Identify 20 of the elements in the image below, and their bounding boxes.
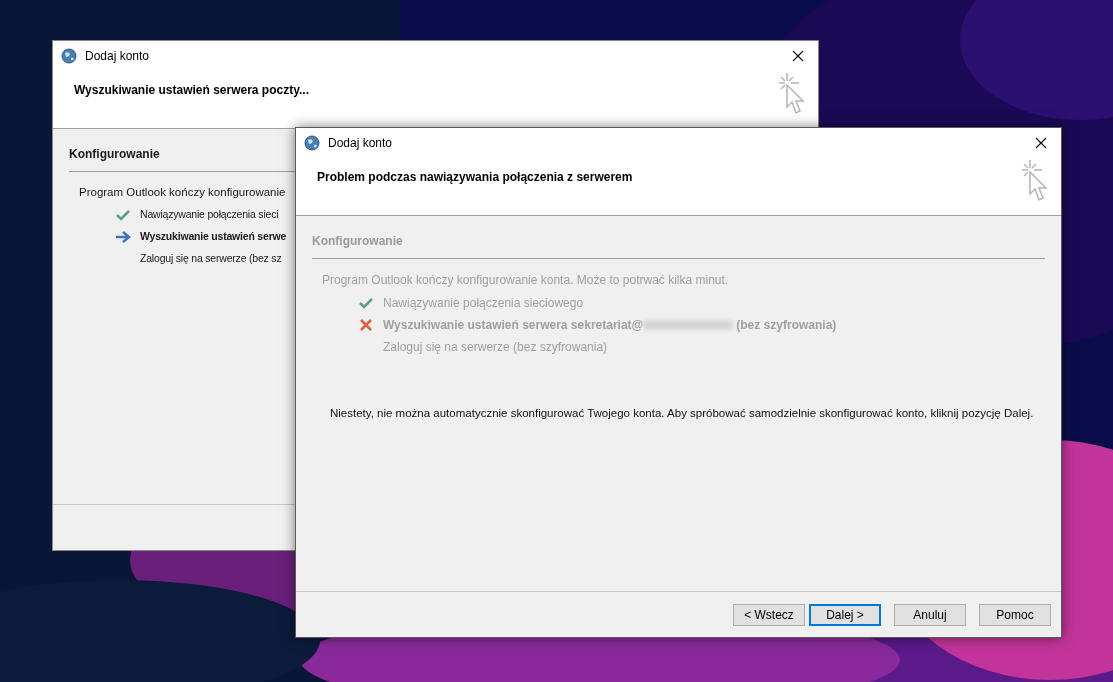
globe-icon <box>61 48 77 64</box>
window-title: Dodaj konto <box>328 135 393 152</box>
step-label: Wyszukiwanie ustawień serwera sekretariat@ <box>383 317 644 334</box>
dialog-heading: Wyszukiwanie ustawień serwera poczty... <box>74 82 309 99</box>
intro-text: Program Outlook kończy konfigurowanie konta. Może to potrwać kilka minut. <box>322 272 729 289</box>
step-label: Nawiązywanie połączenia sieci <box>140 207 279 223</box>
error-message: Niestety, nie można automatycznie skonfigurować Twojego konta. Aby spróbować samodzielnie skonfigurować konto, kliknij pozycję Dalej. <box>330 406 1034 421</box>
step-label: Wyszukiwanie ustawień serwe <box>140 229 287 245</box>
dialog-heading: Problem podczas nawiązywania połączenia z serwerem <box>317 169 633 186</box>
step-label: (bez szyfrowania) <box>736 317 837 334</box>
window-title: Dodaj konto <box>85 48 150 65</box>
section-title: Konfigurowanie <box>312 233 404 250</box>
step-label: Zaloguj się na serwerze (bez sz <box>140 251 282 267</box>
intro-text: Program Outlook kończy konfigurowanie <box>79 185 286 200</box>
section-title: Konfigurowanie <box>69 146 161 163</box>
step-label: Zaloguj się na serwerze (bez szyfrowania) <box>383 339 608 356</box>
globe-icon <box>304 135 320 151</box>
close-icon <box>792 50 804 62</box>
step-label: Nawiązywanie połączenia sieciowego <box>383 295 584 312</box>
close-icon <box>1035 137 1047 149</box>
